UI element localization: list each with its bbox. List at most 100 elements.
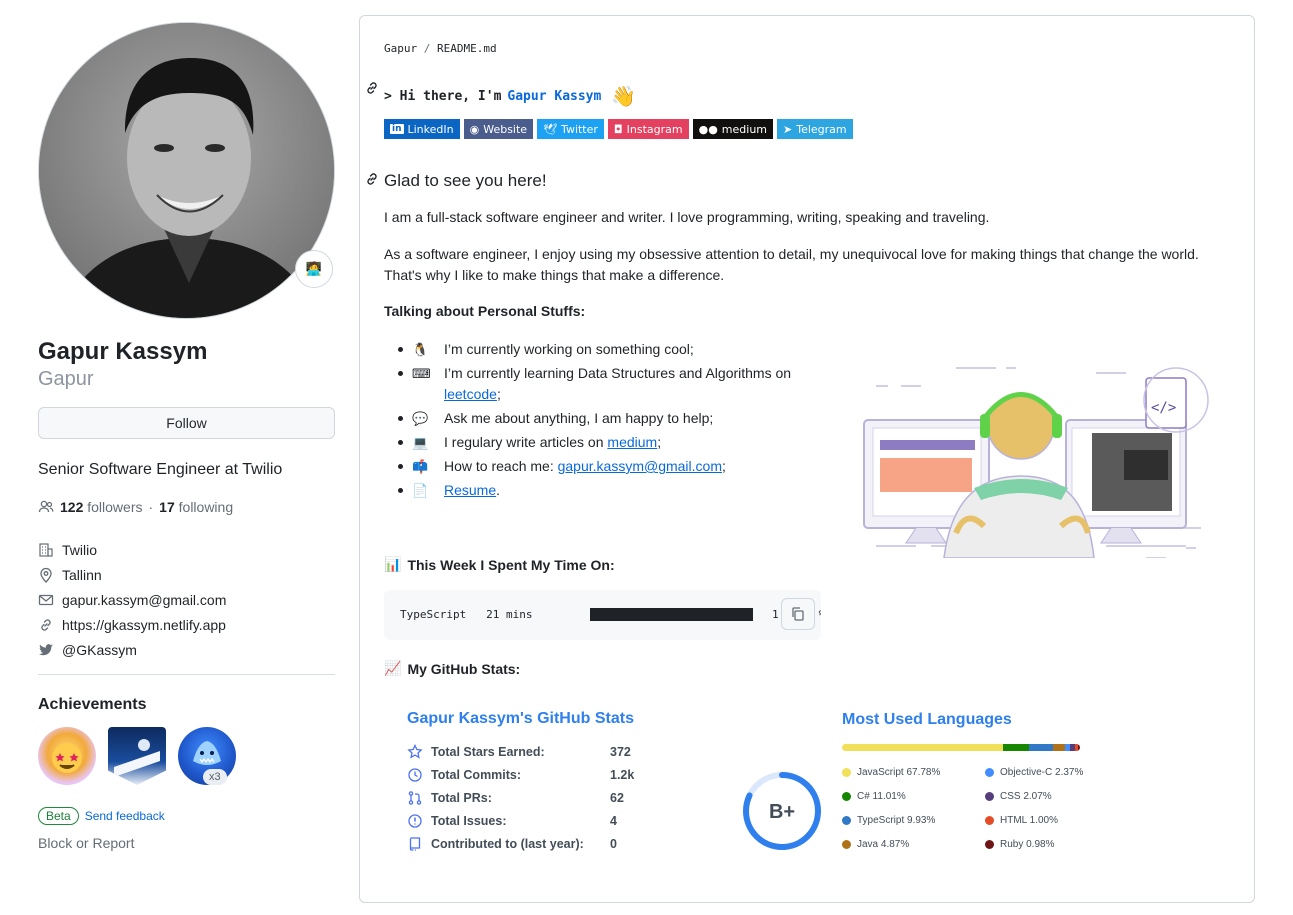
code-time: 21 mins	[486, 608, 533, 621]
twitter-badge-label: Twitter	[561, 122, 598, 136]
stat-row-stars: Total Stars Earned: 372	[407, 740, 787, 763]
building-icon	[39, 542, 53, 557]
medium-badge[interactable]: ●● medium	[692, 119, 774, 139]
readme-greeting: > Hi there, I'm Gapur Kassym 👋	[384, 84, 636, 108]
twitter-bird-icon: 🕊	[543, 122, 558, 136]
language-legend-text: Ruby 0.98%	[1000, 838, 1055, 850]
stats-rows: Total Stars Earned: 372 Total Commits: 1…	[407, 740, 787, 855]
vault-icon	[114, 739, 160, 777]
website-badge[interactable]: ◉ Website	[463, 119, 534, 139]
mail-icon	[38, 594, 54, 605]
followers-link[interactable]: 122 followers	[60, 499, 143, 515]
list-item: ⌨ I’m currently learning Data Structures …	[398, 363, 812, 405]
stat-row-prs: Total PRs: 62	[407, 786, 787, 809]
follow-button[interactable]: Follow	[38, 407, 335, 439]
grade-text: B+	[769, 801, 795, 823]
achievement-arctic-vault-badge[interactable]	[108, 727, 166, 785]
company-item: Twilio	[38, 537, 335, 562]
greeting-name: Gapur Kassym	[507, 88, 602, 104]
instagram-badge-label: Instagram	[626, 122, 683, 136]
telegram-badge-label: Telegram	[796, 122, 847, 136]
copy-button[interactable]	[781, 598, 815, 630]
learning-line: I’m currently learning Data Structures a…	[444, 363, 812, 405]
language-color-dot	[985, 767, 994, 777]
reach-end: ;	[722, 458, 726, 474]
linkedin-badge[interactable]: in LinkedIn	[384, 119, 460, 139]
history-icon	[408, 767, 422, 782]
speech-icon: 💬	[412, 411, 429, 426]
block-or-report-link[interactable]: Block or Report	[38, 835, 335, 851]
articles-text: I regulary write articles on	[444, 434, 604, 450]
github-stats-title: 📈 My GitHub Stats:	[384, 660, 520, 677]
stat-label: Total Stars Earned:	[431, 744, 545, 759]
stat-value: 0	[610, 836, 617, 851]
ask-text: Ask me about anything, I am happy to hel…	[444, 410, 714, 426]
readme-owner-link[interactable]: Gapur	[384, 42, 417, 55]
heading-anchor-link-icon[interactable]	[364, 171, 380, 187]
language-color-dot	[985, 839, 994, 849]
language-legend-text: C# 11.01%	[857, 790, 906, 802]
engineer-paragraph: As a software engineer, I enjoy using my…	[384, 246, 1199, 283]
github-stats-card[interactable]: Gapur Kassym's GitHub Stats Total Stars …	[407, 710, 821, 855]
website-link[interactable]: https://gkassym.netlify.app	[62, 617, 226, 633]
profile-bio: Senior Software Engineer at Twilio	[38, 461, 283, 478]
achievement-multiplier: x3	[203, 769, 227, 785]
language-legend-text: CSS 2.07%	[1000, 790, 1052, 802]
language-legend-item: CSS 2.07%	[985, 789, 1095, 803]
keyboard-icon: ⌨	[412, 366, 431, 381]
avatar-container: 🧑‍💻	[38, 22, 335, 319]
linkedin-badge-label: LinkedIn	[407, 122, 454, 136]
heading-anchor-link-icon[interactable]	[364, 80, 380, 96]
star-icon	[407, 743, 423, 759]
twitter-link[interactable]: @GKassym	[62, 642, 137, 658]
learning-text: I’m currently learning Data Structures a…	[444, 365, 792, 381]
penguin-icon: 🐧	[412, 342, 429, 357]
resume-end: .	[496, 482, 501, 498]
list-item: 💻 I regulary write articles on medium;	[398, 432, 812, 453]
weekly-time-title: 📊 This Week I Spent My Time On:	[384, 556, 615, 573]
sidebar-divider	[38, 674, 335, 675]
wakatime-code-block: TypeScript 21 mins 1%	[384, 590, 821, 640]
language-legend-text: JavaScript 67.78%	[857, 766, 941, 778]
email-readme-link[interactable]: gapur.kassym@gmail.com	[558, 458, 722, 474]
resume-link[interactable]: Resume	[444, 482, 496, 498]
stat-row-issues: Total Issues: 4	[407, 809, 787, 832]
medium-link[interactable]: medium	[607, 434, 657, 450]
instagram-badge[interactable]: ◘ Instagram	[607, 119, 689, 139]
beta-feedback-line: Beta Send feedback	[38, 807, 335, 825]
language-color-dot	[842, 791, 851, 801]
link-icon	[41, 618, 51, 631]
issue-icon	[408, 813, 422, 828]
send-feedback-link[interactable]: Send feedback	[85, 809, 165, 823]
set-status-button[interactable]: 🧑‍💻	[295, 250, 333, 288]
email-link[interactable]: gapur.kassym@gmail.com	[62, 592, 226, 608]
stats-card-title: Gapur Kassym's GitHub Stats	[407, 710, 634, 727]
telegram-badge[interactable]: ➤ Telegram	[777, 119, 853, 139]
code-language-line: TypeScript 21 mins	[400, 608, 532, 621]
avatar[interactable]	[38, 22, 335, 319]
leetcode-link[interactable]: leetcode	[444, 386, 497, 402]
achievement-starstruck-badge[interactable]	[38, 727, 96, 785]
profile-sidebar: 🧑‍💻 Gapur Kassym Gapur Follow Senior Sof…	[38, 22, 335, 851]
stat-label: Total PRs:	[431, 790, 492, 805]
language-legend-item: HTML 1.00%	[985, 813, 1095, 827]
personal-stuff-list: 🐧 I’m currently working on something cool…	[398, 339, 812, 504]
language-legend-text: Java 4.87%	[857, 838, 910, 850]
medium-badge-label: medium	[721, 122, 768, 136]
stat-value: 1.2k	[610, 767, 635, 782]
social-badges: in LinkedIn ◉ Website 🕊 Twitter ◘ Instagram …	[384, 119, 853, 139]
website-badge-label: Website	[483, 122, 528, 136]
languages-card[interactable]: Most Used Languages JavaScript 67.78% Obj…	[842, 711, 1102, 851]
github-stats-text: My GitHub Stats:	[407, 660, 521, 677]
linkedin-icon: in	[390, 124, 404, 134]
profile-login: Gapur	[38, 368, 94, 390]
location-text: Tallinn	[62, 566, 102, 583]
language-color-dot	[985, 791, 994, 801]
followers-label: followers	[87, 499, 143, 515]
bar-chart-icon: 📊	[384, 556, 402, 572]
profile-details: Twilio Tallinn gapur.kassym@gmail.com ht…	[38, 537, 335, 662]
twitter-badge[interactable]: 🕊 Twitter	[537, 119, 604, 139]
developer-illustration: </>	[863, 367, 1209, 558]
following-link[interactable]: 17 following	[159, 499, 233, 515]
path-separator: /	[423, 42, 431, 55]
